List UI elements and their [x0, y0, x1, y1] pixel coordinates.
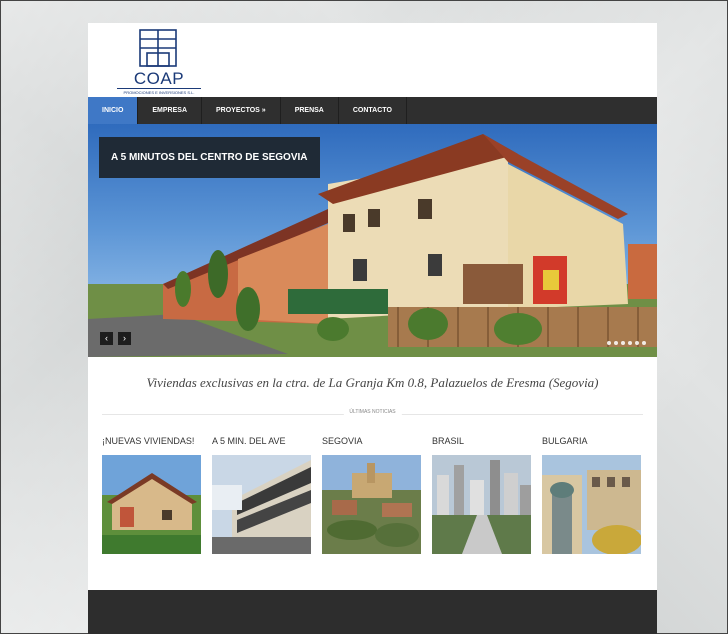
nav-item-contacto[interactable]: CONTACTO	[339, 97, 407, 124]
news-title[interactable]: BULGARIA	[542, 436, 641, 455]
prev-slide-button[interactable]: ‹	[100, 332, 113, 345]
nav-item-inicio[interactable]: INICIO	[88, 97, 139, 124]
news-title[interactable]: ¡NUEVAS VIVIENDAS!	[102, 436, 201, 455]
news-thumbnail[interactable]	[322, 455, 421, 554]
site-footer	[88, 590, 657, 634]
news-title[interactable]: A 5 MIN. DEL AVE	[212, 436, 311, 455]
news-title[interactable]: SEGOVIA	[322, 436, 421, 455]
news-thumbnail[interactable]	[432, 455, 531, 554]
news-title[interactable]: BRASIL	[432, 436, 531, 455]
slider-dot[interactable]	[614, 341, 618, 345]
section-label: ÚLTIMAS NOTICIAS	[343, 409, 402, 415]
main-nav: INICIO EMPRESA PROYECTOS » PRENSA CONTAC…	[88, 97, 657, 124]
slider-dot[interactable]	[621, 341, 625, 345]
site-tagline: Viviendas exclusivas en la ctra. de La G…	[146, 375, 599, 390]
site-page: COAP PROMOCIONES E INVERSIONES S.L. INIC…	[88, 23, 657, 634]
news-item[interactable]: ¡NUEVAS VIVIENDAS!	[102, 436, 201, 554]
slider-dot[interactable]	[642, 341, 646, 345]
news-item[interactable]: A 5 MIN. DEL AVE	[212, 436, 311, 554]
site-header: COAP PROMOCIONES E INVERSIONES S.L.	[88, 23, 657, 97]
news-thumbnail[interactable]	[212, 455, 311, 554]
news-item[interactable]: BRASIL	[432, 436, 531, 554]
news-item[interactable]: BULGARIA	[542, 436, 641, 554]
news-item[interactable]: SEGOVIA	[322, 436, 421, 554]
news-list: ¡NUEVAS VIVIENDAS! A 5 MIN. DEL AVE SEGO…	[102, 436, 643, 556]
nav-item-proyectos[interactable]: PROYECTOS »	[202, 97, 281, 124]
next-slide-button[interactable]: ›	[118, 332, 131, 345]
logo-subtitle: PROMOCIONES E INVERSIONES S.L.	[117, 88, 201, 95]
slider-dot[interactable]	[607, 341, 611, 345]
slider-dot[interactable]	[635, 341, 639, 345]
hero-slider[interactable]: A 5 MINUTOS DEL CENTRO DE SEGOVIA ‹ ›	[88, 124, 657, 357]
logo-mark-icon	[139, 29, 177, 67]
news-thumbnail[interactable]	[102, 455, 201, 554]
news-section-header: ÚLTIMAS NOTICIAS	[102, 409, 643, 419]
nav-item-prensa[interactable]: PRENSA	[281, 97, 339, 124]
logo-name: COAP	[133, 69, 185, 88]
site-logo[interactable]: COAP PROMOCIONES E INVERSIONES S.L.	[117, 29, 201, 95]
slider-dot[interactable]	[628, 341, 632, 345]
nav-item-empresa[interactable]: EMPRESA	[138, 97, 203, 124]
hero-caption: A 5 MINUTOS DEL CENTRO DE SEGOVIA	[99, 137, 320, 178]
slider-pagination	[607, 341, 646, 345]
news-thumbnail[interactable]	[542, 455, 641, 554]
